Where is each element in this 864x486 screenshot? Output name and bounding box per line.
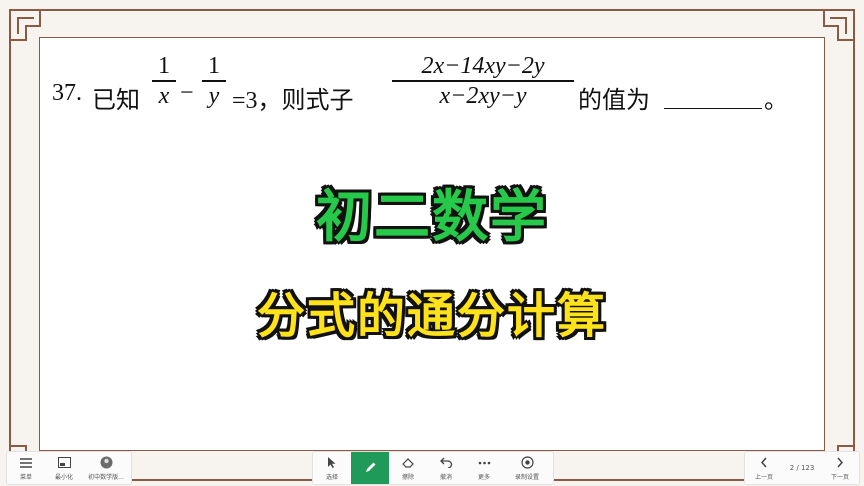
eraser-icon <box>401 456 415 470</box>
cursor-icon <box>325 456 339 470</box>
presentation-toolbar: 菜单 最小化 初中数学版... 选择 擦除 撤消 更多 录制设置 上一页 2 /… <box>0 448 864 486</box>
title-grade-math: 初二数学 <box>316 185 548 250</box>
problem-tail: 的值为 <box>578 88 650 114</box>
app-button[interactable]: 初中数学版... <box>83 452 129 484</box>
fraction-expression: 2x−14xy−2y x−2xy−y <box>392 52 574 110</box>
prev-page-button[interactable]: 上一页 <box>745 452 783 484</box>
page-number: 2 / 123 <box>789 464 815 472</box>
title-topic: 分式的通分计算 <box>256 288 607 344</box>
fraction-one-over-x: 1 x <box>152 52 176 110</box>
more-button[interactable]: 更多 <box>465 452 503 484</box>
math-problem: 37. 已知 1 x − 1 y =3，则式子 2x−14xy−2y x−2xy… <box>52 52 812 142</box>
toolbar-right-group: 上一页 2 / 123 下一页 <box>744 451 860 485</box>
eraser-tool-button[interactable]: 擦除 <box>389 452 427 484</box>
undo-button[interactable]: 撤消 <box>427 452 465 484</box>
record-settings-button[interactable]: 录制设置 <box>503 452 551 484</box>
more-icon <box>477 456 491 470</box>
toolbar-center-group: 选择 擦除 撤消 更多 录制设置 <box>312 451 554 485</box>
equals-text: =3，则式子 <box>232 88 354 114</box>
minimize-button[interactable]: 最小化 <box>45 452 83 484</box>
toolbar-left-group: 菜单 最小化 初中数学版... <box>6 451 132 485</box>
record-settings-icon <box>520 456 534 470</box>
problem-number: 37. <box>52 80 82 106</box>
minus-sign: − <box>180 80 194 106</box>
next-page-button[interactable]: 下一页 <box>821 452 859 484</box>
menu-button[interactable]: 菜单 <box>7 452 45 484</box>
select-tool-button[interactable]: 选择 <box>313 452 351 484</box>
pen-icon <box>363 460 377 474</box>
undo-icon <box>439 456 453 470</box>
problem-end: 。 <box>764 88 788 114</box>
chevron-right-icon <box>833 456 847 470</box>
chevron-left-icon <box>757 456 771 470</box>
minimize-icon <box>57 456 71 470</box>
answer-blank <box>664 80 762 109</box>
pen-tool-button[interactable] <box>351 452 389 484</box>
app-avatar-icon <box>99 456 113 470</box>
menu-icon <box>19 456 33 470</box>
page-indicator[interactable]: 2 / 123 <box>783 452 821 484</box>
problem-intro: 已知 <box>92 88 140 114</box>
fraction-one-over-y: 1 y <box>202 52 226 110</box>
